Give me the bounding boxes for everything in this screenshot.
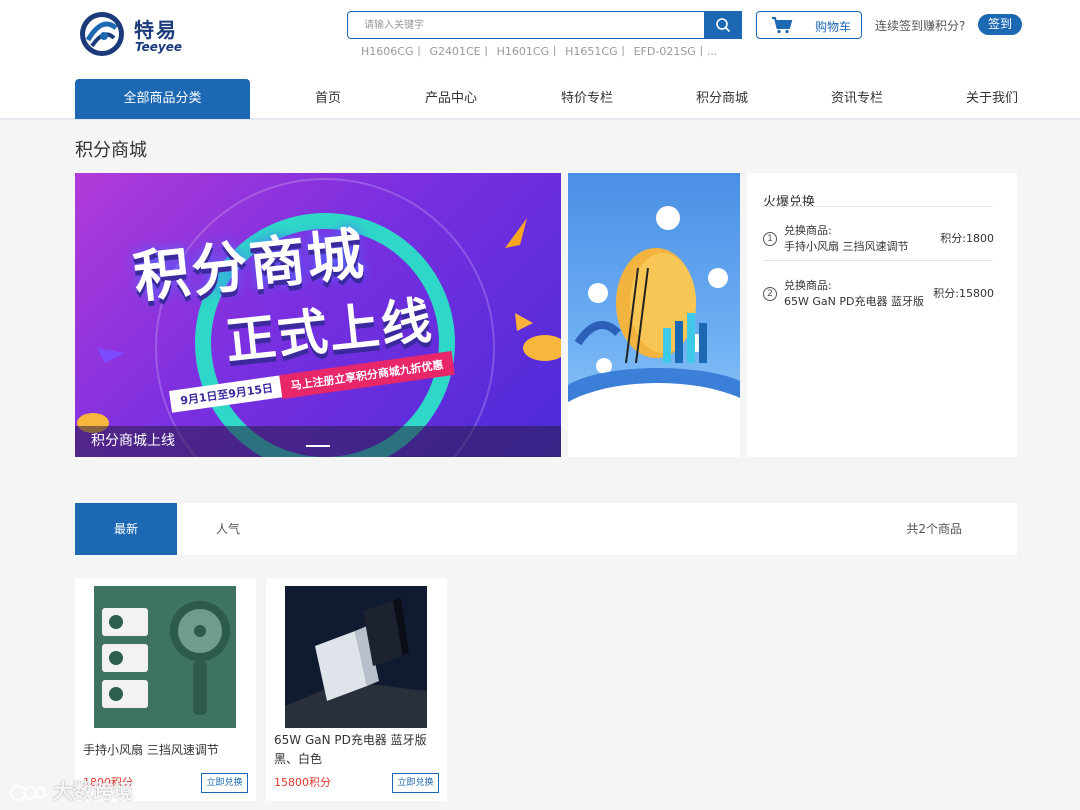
- watermark-text: 大数跨境: [52, 779, 133, 803]
- product-count: 共2个商品: [906, 522, 962, 536]
- cart-button[interactable]: 购物车: [756, 11, 862, 39]
- product-name[interactable]: 手持小风扇 三挡风速调节: [83, 741, 253, 760]
- hot-exchange-title: 火爆兑换: [763, 195, 816, 210]
- divider: [763, 206, 993, 207]
- hot-item[interactable]: 1 兑换商品: 手持小风扇 三挡风速调节 积分:1800: [763, 218, 996, 272]
- hotword-link[interactable]: G2401CE丨: [429, 45, 491, 58]
- redeem-button[interactable]: 立即兑换: [392, 773, 439, 793]
- watermark: 大数跨境: [10, 775, 133, 804]
- product-card[interactable]: 65W GaN PD充电器 蓝牙版黑、白色 15800积分 立即兑换: [266, 578, 447, 801]
- product-image[interactable]: [94, 586, 236, 728]
- hot-exchange-panel: 火爆兑换 1 兑换商品: 手持小风扇 三挡风速调节 积分:1800 2 兑换商品…: [747, 173, 1017, 457]
- search-input[interactable]: [348, 12, 705, 38]
- promo-banner[interactable]: 积分商城 正式上线 9月1日至9月15日 马上注册立享积分商城九折优惠 积分商城…: [75, 173, 561, 457]
- lottery-card[interactable]: 积分抽奖: [568, 173, 740, 457]
- banner-caption: 积分商城上线: [91, 433, 175, 449]
- hot-item-label: 兑换商品:: [784, 224, 832, 237]
- hotword-link[interactable]: H1601CG丨: [497, 45, 560, 58]
- nav-item-specials[interactable]: 特价专栏: [561, 79, 613, 119]
- search-box: [347, 11, 742, 39]
- hot-item-points: 积分:1800: [940, 232, 994, 245]
- hotword-link[interactable]: H1651CG丨: [565, 45, 628, 58]
- site-header: 特易 Teeyee H1606CG丨 G2401CE丨 H1601CG丨 H1651C…: [0, 0, 1080, 120]
- divider: [763, 260, 993, 261]
- main-nav: 全部商品分类 首页 产品中心 特价专栏 积分商城 资讯专栏 关于我们: [75, 79, 1018, 119]
- product-name[interactable]: 65W GaN PD充电器 蓝牙版黑、白色: [274, 731, 444, 769]
- carousel-indicator[interactable]: [306, 445, 330, 447]
- nav-item-news[interactable]: 资讯专栏: [831, 79, 883, 119]
- search-button[interactable]: [704, 11, 742, 39]
- all-categories-button[interactable]: 全部商品分类: [75, 79, 250, 119]
- fan-product-illustration: [94, 586, 236, 728]
- lottery-illustration: [574, 206, 728, 387]
- rank-number: 1: [763, 232, 777, 246]
- hot-item[interactable]: 2 兑换商品: 65W GaN PD充电器 蓝牙版 积分:15800: [763, 273, 996, 327]
- tab-popular[interactable]: 人气: [195, 503, 261, 555]
- hot-item-name: 手持小风扇 三挡风速调节: [784, 240, 909, 253]
- nav-item-points-mall[interactable]: 积分商城: [696, 79, 748, 119]
- charger-product-illustration: [285, 586, 427, 728]
- hotword-link[interactable]: H1606CG丨: [361, 45, 424, 58]
- hot-item-label: 兑换商品:: [784, 279, 832, 292]
- hot-item-name: 65W GaN PD充电器 蓝牙版: [784, 295, 924, 308]
- product-image[interactable]: [285, 586, 427, 728]
- hot-item-points: 积分:15800: [933, 287, 994, 300]
- nav-item-products[interactable]: 产品中心: [425, 79, 477, 119]
- product-tabs: 最新 人气 共2个商品: [75, 503, 1017, 555]
- tab-latest[interactable]: 最新: [75, 503, 177, 555]
- product-points: 15800积分: [274, 776, 331, 789]
- product-card[interactable]: 手持小风扇 三挡风速调节 1800积分 立即兑换: [75, 578, 256, 801]
- lottery-label: 积分抽奖: [623, 413, 684, 431]
- signin-button[interactable]: 签到: [978, 14, 1022, 35]
- logo-icon: [80, 12, 124, 56]
- hotword-link[interactable]: EFD-021SG丨...: [634, 45, 718, 58]
- page-title: 积分商城: [75, 140, 147, 161]
- cart-label: 购物车: [815, 20, 852, 34]
- rank-number: 2: [763, 287, 777, 301]
- watermark-logo-icon: [10, 784, 46, 801]
- search-hotwords: H1606CG丨 G2401CE丨 H1601CG丨 H1651CG丨 EFD-021S…: [361, 43, 722, 59]
- search-icon: [716, 18, 731, 33]
- redeem-button[interactable]: 立即兑换: [201, 773, 248, 793]
- shopping-cart-icon: [772, 17, 793, 34]
- logo-text-en: Teeyee: [135, 40, 183, 54]
- nav-item-about[interactable]: 关于我们: [966, 79, 1018, 119]
- signin-prompt: 连续签到赚积分?: [875, 19, 966, 33]
- logo-text-cn: 特易: [134, 18, 178, 42]
- brand-logo[interactable]: 特易 Teeyee: [78, 8, 188, 60]
- nav-item-home[interactable]: 首页: [315, 79, 341, 119]
